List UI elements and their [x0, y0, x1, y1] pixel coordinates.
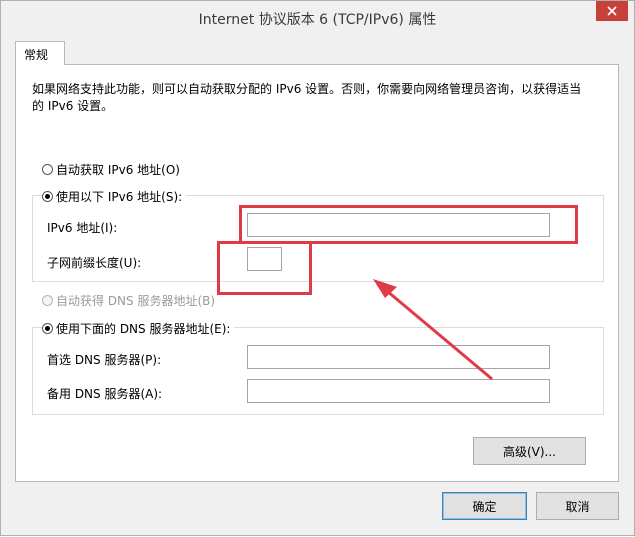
radio-auto-ipv6[interactable]: 自动获取 IPv6 地址(O)	[42, 161, 180, 178]
tab-label: 常规	[24, 48, 49, 62]
properties-dialog: Internet 协议版本 6 (TCP/IPv6) 属性 常规 如果网络支持此…	[0, 0, 635, 536]
title-bar: Internet 协议版本 6 (TCP/IPv6) 属性	[1, 1, 634, 33]
preferred-dns-input[interactable]	[247, 345, 550, 369]
description-text: 如果网络支持此功能，则可以自动获取分配的 IPv6 设置。否则，你需要向网络管理…	[32, 82, 582, 113]
preferred-dns-label: 首选 DNS 服务器(P):	[47, 353, 162, 367]
radio-auto-dns-indicator	[42, 295, 53, 306]
tab-general[interactable]: 常规	[15, 41, 65, 65]
window-title: Internet 协议版本 6 (TCP/IPv6) 属性	[198, 12, 437, 28]
radio-manual-ipv6[interactable]: 使用以下 IPv6 地址(S):	[42, 188, 187, 205]
ipv6-address-label: IPv6 地址(I):	[47, 221, 118, 235]
radio-manual-dns-indicator	[42, 323, 53, 334]
cancel-button[interactable]: 取消	[536, 492, 619, 520]
advanced-button[interactable]: 高级(V)...	[473, 437, 586, 465]
alternate-dns-label: 备用 DNS 服务器(A):	[47, 387, 163, 401]
radio-manual-dns-label: 使用下面的 DNS 服务器地址(E):	[56, 322, 231, 336]
radio-auto-ipv6-indicator	[42, 164, 53, 175]
radio-auto-ipv6-label: 自动获取 IPv6 地址(O)	[56, 163, 180, 177]
radio-manual-dns[interactable]: 使用下面的 DNS 服务器地址(E):	[42, 320, 235, 337]
close-button[interactable]	[596, 1, 628, 21]
ok-button[interactable]: 确定	[442, 492, 527, 520]
prefix-length-input[interactable]	[247, 247, 282, 271]
radio-manual-ipv6-label: 使用以下 IPv6 地址(S):	[56, 190, 183, 204]
radio-manual-ipv6-indicator	[42, 191, 53, 202]
radio-auto-dns[interactable]: 自动获得 DNS 服务器地址(B)	[42, 292, 215, 309]
prefix-length-label: 子网前缀长度(U):	[47, 256, 142, 270]
alternate-dns-input[interactable]	[247, 379, 550, 403]
radio-auto-dns-label: 自动获得 DNS 服务器地址(B)	[56, 294, 216, 308]
general-panel: 如果网络支持此功能，则可以自动获取分配的 IPv6 设置。否则，你需要向网络管理…	[15, 64, 619, 482]
close-icon	[607, 6, 617, 16]
ipv6-address-input[interactable]	[247, 213, 550, 237]
